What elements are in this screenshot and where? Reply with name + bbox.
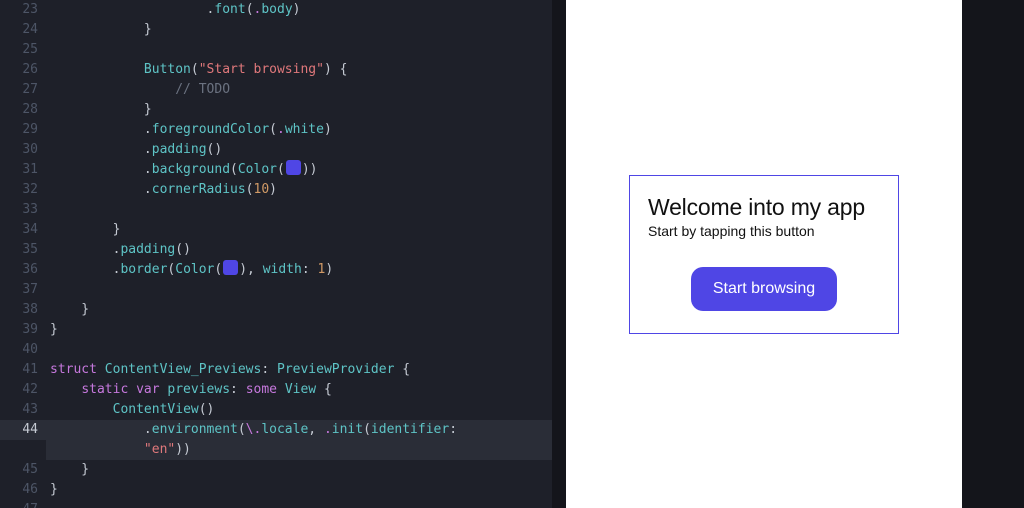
code-line[interactable] [46, 200, 552, 220]
code-line[interactable]: .foregroundColor(.white) [46, 120, 552, 140]
line-number: 42 [0, 380, 46, 400]
line-number: 32 [0, 180, 46, 200]
code-line[interactable]: } [46, 320, 552, 340]
code-line[interactable]: } [46, 220, 552, 240]
code-line[interactable]: .cornerRadius(10) [46, 180, 552, 200]
code-line[interactable]: } [46, 300, 552, 320]
code-line[interactable]: .background(Color()) [46, 160, 552, 180]
code-line[interactable]: } [46, 20, 552, 40]
card-title: Welcome into my app [648, 194, 880, 221]
line-number: 25 [0, 40, 46, 60]
preview-card: Welcome into my app Start by tapping thi… [629, 175, 899, 334]
line-number: 33 [0, 200, 46, 220]
line-number: 23 [0, 0, 46, 20]
line-number: 26 [0, 60, 46, 80]
line-number: 27 [0, 80, 46, 100]
code-line[interactable] [46, 500, 552, 508]
line-number: 36 [0, 260, 46, 280]
color-swatch-icon[interactable] [223, 260, 238, 275]
card-subtitle: Start by tapping this button [648, 223, 880, 239]
line-number: 47 [0, 500, 46, 508]
line-number: 41 [0, 360, 46, 380]
start-browsing-button[interactable]: Start browsing [691, 267, 837, 311]
line-number [0, 440, 46, 460]
line-number: 24 [0, 20, 46, 40]
code-line[interactable] [46, 280, 552, 300]
device-preview: Welcome into my app Start by tapping thi… [566, 0, 962, 508]
code-line[interactable]: } [46, 100, 552, 120]
code-line[interactable]: .padding() [46, 140, 552, 160]
line-number: 40 [0, 340, 46, 360]
code-line[interactable]: struct ContentView_Previews: PreviewProv… [46, 360, 552, 380]
line-number: 43 [0, 400, 46, 420]
code-line[interactable]: } [46, 480, 552, 500]
code-line[interactable]: static var previews: some View { [46, 380, 552, 400]
pane-divider[interactable] [552, 0, 566, 508]
line-number: 35 [0, 240, 46, 260]
code-line[interactable]: .environment(\.locale, .init(identifier: [46, 420, 552, 440]
line-number: 38 [0, 300, 46, 320]
line-number-gutter: 2324252627282930313233343536373839404142… [0, 0, 46, 508]
code-text-area[interactable]: .font(.body) } Button("Start browsing") … [46, 0, 552, 508]
code-line[interactable]: // TODO [46, 80, 552, 100]
code-line[interactable]: .padding() [46, 240, 552, 260]
line-number: 28 [0, 100, 46, 120]
line-number: 37 [0, 280, 46, 300]
line-number: 30 [0, 140, 46, 160]
line-number: 46 [0, 480, 46, 500]
code-editor[interactable]: 2324252627282930313233343536373839404142… [0, 0, 552, 508]
code-line[interactable]: } [46, 460, 552, 480]
line-number: 39 [0, 320, 46, 340]
line-number: 44 [0, 420, 46, 440]
preview-right-margin [962, 0, 1024, 508]
color-swatch-icon[interactable] [286, 160, 301, 175]
code-line[interactable] [46, 40, 552, 60]
line-number: 29 [0, 120, 46, 140]
code-line[interactable]: Button("Start browsing") { [46, 60, 552, 80]
code-line[interactable]: "en")) [46, 440, 552, 460]
code-line[interactable]: ContentView() [46, 400, 552, 420]
preview-canvas: Welcome into my app Start by tapping thi… [566, 0, 1024, 508]
code-line[interactable]: .font(.body) [46, 0, 552, 20]
code-line[interactable]: .border(Color(), width: 1) [46, 260, 552, 280]
code-line[interactable] [46, 340, 552, 360]
line-number: 45 [0, 460, 46, 480]
line-number: 31 [0, 160, 46, 180]
line-number: 34 [0, 220, 46, 240]
